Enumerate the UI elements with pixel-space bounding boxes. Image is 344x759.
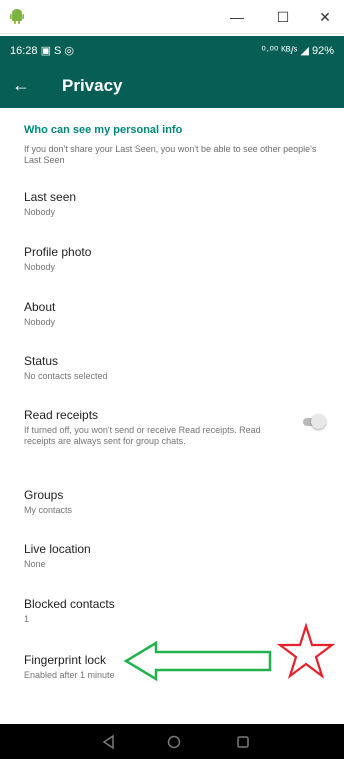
android-icon (10, 9, 24, 24)
minimize-button[interactable]: — (226, 7, 248, 27)
status-time: 16:28 ▣ S ◎ (10, 45, 75, 57)
setting-title: Fingerprint lock (24, 653, 107, 667)
page-title: Privacy (62, 76, 123, 95)
setting-value: Nobody (24, 262, 56, 272)
setting-title: About (24, 300, 56, 314)
window-title-bar: — ☐ ✕ (0, 0, 344, 34)
setting-title: Live location (24, 542, 91, 556)
section-description: If you don't share your Last Seen, you w… (24, 144, 317, 165)
setting-value: None (24, 559, 46, 569)
status-bar: 16:28 ▣ S ◎ ⁰·⁰⁰ ᴷᴮ/ˢ ◢ 92% (0, 36, 344, 64)
setting-title: Status (24, 354, 59, 368)
setting-value: If turned off, you won't send or receive… (24, 425, 261, 446)
setting-title: Groups (24, 488, 64, 502)
setting-title: Read receipts (24, 408, 99, 422)
toggle-thumb (311, 414, 326, 429)
section-title: Who can see my personal info (24, 124, 183, 136)
read-receipts-toggle[interactable] (301, 414, 326, 430)
navigation-bar (0, 724, 344, 759)
setting-value: My contacts (24, 505, 73, 515)
recents-square-icon[interactable] (234, 733, 252, 751)
privacy-settings-list: Who can see my personal info If you don'… (0, 108, 344, 724)
setting-value: Nobody (24, 207, 56, 217)
setting-value: Enabled after 1 minute (24, 670, 115, 680)
arrow-back-icon[interactable]: ← (12, 75, 32, 95)
home-circle-icon[interactable] (165, 733, 183, 751)
setting-title: Blocked contacts (24, 597, 115, 611)
setting-title: Profile photo (24, 245, 92, 259)
setting-value: Nobody (24, 317, 56, 327)
status-indicators: ⁰·⁰⁰ ᴷᴮ/ˢ ◢ 92% (261, 45, 334, 57)
close-button[interactable]: ✕ (314, 7, 336, 27)
app-bar: ← Privacy (0, 64, 344, 108)
setting-title: Last seen (24, 190, 77, 204)
maximize-button[interactable]: ☐ (272, 7, 294, 27)
setting-value: 1 (24, 614, 30, 624)
setting-value: No contacts selected (24, 371, 108, 381)
back-triangle-icon[interactable] (100, 733, 118, 751)
